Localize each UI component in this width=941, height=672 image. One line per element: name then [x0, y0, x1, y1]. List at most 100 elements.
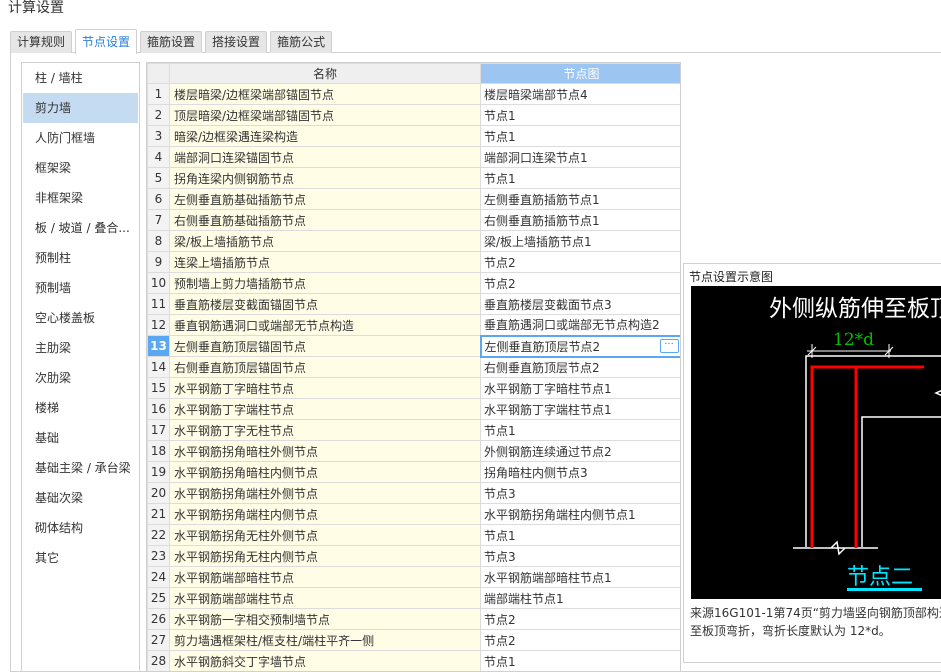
- row-number[interactable]: 1: [147, 83, 170, 105]
- node-diagram-cell[interactable]: 右侧垂直筋插筋节点1: [480, 209, 680, 231]
- node-name-cell[interactable]: 水平钢筋拐角端柱内侧节点: [169, 503, 481, 525]
- node-name-cell[interactable]: 水平钢筋丁字端柱节点: [169, 398, 481, 420]
- row-number[interactable]: 8: [147, 230, 170, 252]
- sidebar-item[interactable]: 人防门框墙: [23, 123, 138, 153]
- table-row[interactable]: 11 垂直筋楼层变截面锚固节点 垂直筋楼层变截面节点3: [147, 293, 680, 315]
- row-number[interactable]: 7: [147, 209, 170, 231]
- row-number[interactable]: 22: [147, 524, 170, 546]
- node-diagram-cell[interactable]: 梁/板上墙插筋节点1: [480, 230, 680, 252]
- table-row[interactable]: 7 右侧垂直筋基础插筋节点 右侧垂直筋插筋节点1: [147, 209, 680, 231]
- node-name-cell[interactable]: 水平钢筋一字相交预制墙节点: [169, 608, 481, 630]
- node-diagram-cell[interactable]: 垂直筋遇洞口或端部无节点构造2: [480, 314, 680, 336]
- table-row[interactable]: 8 梁/板上墙插筋节点 梁/板上墙插筋节点1: [147, 230, 680, 252]
- row-number[interactable]: 2: [147, 104, 170, 126]
- node-diagram-cell[interactable]: 节点2: [480, 251, 680, 273]
- table-row[interactable]: 24 水平钢筋端部暗柱节点 水平钢筋端部暗柱节点1: [147, 566, 680, 588]
- node-name-cell[interactable]: 水平钢筋端部暗柱节点: [169, 566, 481, 588]
- table-row[interactable]: 25 水平钢筋端部端柱节点 端部端柱节点1: [147, 587, 680, 609]
- sidebar-item[interactable]: 楼梯: [23, 393, 138, 423]
- table-row[interactable]: 18 水平钢筋拐角暗柱外侧节点 外侧钢筋连续通过节点2: [147, 440, 680, 462]
- sidebar-item[interactable]: 主肋梁: [23, 333, 138, 363]
- node-diagram-cell[interactable]: 节点3: [480, 545, 680, 567]
- tab-3[interactable]: 搭接设置: [205, 31, 268, 53]
- node-name-cell[interactable]: 剪力墙遇框架柱/框支柱/端柱平齐一侧: [169, 629, 481, 651]
- node-diagram-cell[interactable]: 节点3: [480, 482, 680, 504]
- sidebar-item[interactable]: 预制墙: [23, 273, 138, 303]
- node-name-cell[interactable]: 暗梁/边框梁遇连梁构造: [169, 125, 481, 147]
- node-name-cell[interactable]: 水平钢筋拐角端柱外侧节点: [169, 482, 481, 504]
- node-name-cell[interactable]: 水平钢筋拐角无柱外侧节点: [169, 524, 481, 546]
- sidebar-item[interactable]: 预制柱: [23, 243, 138, 273]
- row-number[interactable]: 26: [147, 608, 170, 630]
- row-number[interactable]: 12: [147, 314, 170, 336]
- row-number[interactable]: 15: [147, 377, 170, 399]
- node-diagram-cell[interactable]: 节点2: [480, 608, 680, 630]
- node-name-cell[interactable]: 预制墙上剪力墙插筋节点: [169, 272, 481, 294]
- node-name-cell[interactable]: 右侧垂直筋顶层锚固节点: [169, 356, 481, 378]
- node-diagram-cell[interactable]: 左侧垂直筋插筋节点1: [480, 188, 680, 210]
- node-diagram-cell[interactable]: 端部洞口连梁节点1: [480, 146, 680, 168]
- table-row[interactable]: 21 水平钢筋拐角端柱内侧节点 水平钢筋拐角端柱内侧节点1: [147, 503, 680, 525]
- row-number[interactable]: 6: [147, 188, 170, 210]
- table-row[interactable]: 28 水平钢筋斜交丁字墙节点 节点1: [147, 650, 680, 671]
- node-diagram-cell[interactable]: 节点1: [480, 419, 680, 441]
- table-row[interactable]: 6 左侧垂直筋基础插筋节点 左侧垂直筋插筋节点1: [147, 188, 680, 210]
- row-number[interactable]: 21: [147, 503, 170, 525]
- column-header-node[interactable]: 节点图: [480, 63, 680, 84]
- table-row[interactable]: 9 连梁上墙插筋节点 节点2: [147, 251, 680, 273]
- row-number[interactable]: 3: [147, 125, 170, 147]
- row-number[interactable]: 10: [147, 272, 170, 294]
- tab-1[interactable]: 节点设置: [75, 29, 138, 54]
- sidebar-item[interactable]: 柱 / 墙柱: [23, 63, 138, 93]
- node-name-cell[interactable]: 水平钢筋拐角暗柱外侧节点: [169, 440, 481, 462]
- table-row[interactable]: 14 右侧垂直筋顶层锚固节点 右侧垂直筋顶层节点2: [147, 356, 680, 378]
- node-diagram-cell[interactable]: 节点2: [480, 629, 680, 651]
- node-diagram-cell[interactable]: 外侧钢筋连续通过节点2: [480, 440, 680, 462]
- node-diagram-cell[interactable]: 左侧垂直筋顶层节点2 ···: [479, 334, 680, 358]
- row-number[interactable]: 17: [147, 419, 170, 441]
- node-name-cell[interactable]: 水平钢筋斜交丁字墙节点: [169, 650, 481, 671]
- row-number[interactable]: 19: [147, 461, 170, 483]
- table-row[interactable]: 2 顶层暗梁/边框梁端部锚固节点 节点1: [147, 104, 680, 126]
- sidebar-item[interactable]: 基础次梁: [23, 483, 138, 513]
- row-number[interactable]: 20: [147, 482, 170, 504]
- sidebar-item[interactable]: 砌体结构: [23, 513, 138, 543]
- table-row[interactable]: 16 水平钢筋丁字端柱节点 水平钢筋丁字端柱节点1: [147, 398, 680, 420]
- row-number[interactable]: 9: [147, 251, 170, 273]
- node-diagram-cell[interactable]: 拐角暗柱内侧节点3: [480, 461, 680, 483]
- node-diagram-cell[interactable]: 节点1: [480, 125, 680, 147]
- node-name-cell[interactable]: 水平钢筋丁字暗柱节点: [169, 377, 481, 399]
- sidebar-item[interactable]: 基础: [23, 423, 138, 453]
- node-name-cell[interactable]: 水平钢筋端部端柱节点: [169, 587, 481, 609]
- row-number[interactable]: 28: [147, 650, 170, 671]
- node-name-cell[interactable]: 垂直钢筋遇洞口或端部无节点构造: [169, 314, 481, 336]
- tab-0[interactable]: 计算规则: [10, 31, 73, 53]
- node-name-cell[interactable]: 楼层暗梁/边框梁端部锚固节点: [169, 83, 481, 105]
- node-diagram-cell[interactable]: 右侧垂直筋顶层节点2: [480, 356, 680, 378]
- tab-2[interactable]: 箍筋设置: [140, 31, 203, 53]
- node-diagram-cell[interactable]: 水平钢筋拐角端柱内侧节点1: [480, 503, 680, 525]
- node-name-cell[interactable]: 拐角连梁内侧钢筋节点: [169, 167, 481, 189]
- table-row[interactable]: 10 预制墙上剪力墙插筋节点 节点2: [147, 272, 680, 294]
- row-number[interactable]: 24: [147, 566, 170, 588]
- table-row[interactable]: 4 端部洞口连梁锚固节点 端部洞口连梁节点1: [147, 146, 680, 168]
- node-diagram-cell[interactable]: 节点2: [480, 272, 680, 294]
- sidebar-item[interactable]: 其它: [23, 543, 138, 573]
- row-number[interactable]: 4: [147, 146, 170, 168]
- sidebar-item[interactable]: 板 / 坡道 / 叠合...: [23, 213, 138, 243]
- sidebar-item[interactable]: 空心楼盖板: [23, 303, 138, 333]
- node-diagram-cell[interactable]: 水平钢筋丁字端柱节点1: [480, 398, 680, 420]
- row-number[interactable]: 23: [147, 545, 170, 567]
- node-diagram-cell[interactable]: 水平钢筋丁字暗柱节点1: [480, 377, 680, 399]
- table-row[interactable]: 17 水平钢筋丁字无柱节点 节点1: [147, 419, 680, 441]
- table-row[interactable]: 26 水平钢筋一字相交预制墙节点 节点2: [147, 608, 680, 630]
- row-number[interactable]: 25: [147, 587, 170, 609]
- sidebar-item[interactable]: 次肋梁: [23, 363, 138, 393]
- row-number[interactable]: 5: [147, 167, 170, 189]
- node-diagram-cell[interactable]: 节点1: [480, 524, 680, 546]
- table-row[interactable]: 1 楼层暗梁/边框梁端部锚固节点 楼层暗梁端部节点4: [147, 83, 680, 105]
- table-row[interactable]: 3 暗梁/边框梁遇连梁构造 节点1: [147, 125, 680, 147]
- node-name-cell[interactable]: 顶层暗梁/边框梁端部锚固节点: [169, 104, 481, 126]
- node-diagram-cell[interactable]: 水平钢筋端部暗柱节点1: [480, 566, 680, 588]
- node-name-cell[interactable]: 梁/板上墙插筋节点: [169, 230, 481, 252]
